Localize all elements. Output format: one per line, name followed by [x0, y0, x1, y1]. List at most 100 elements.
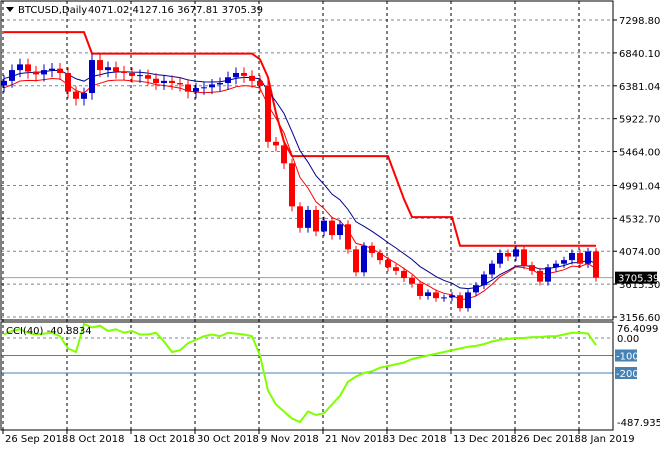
cci-tick-label: -200 — [616, 369, 639, 380]
candle-body — [33, 71, 39, 75]
candle-body — [361, 245, 367, 273]
candle-body — [577, 252, 583, 264]
price-tick-label: 7298.80 — [619, 16, 660, 27]
candle-body — [249, 75, 255, 81]
candle-body — [225, 77, 231, 84]
candle-body — [1, 80, 7, 86]
candle-body — [329, 220, 335, 236]
candle-body — [409, 278, 415, 284]
candle-body — [369, 245, 375, 253]
time-tick-label: 18 Oct 2018 — [133, 434, 195, 445]
candle-body — [105, 67, 111, 71]
candle-body — [553, 263, 559, 268]
candle-body — [177, 83, 183, 85]
price-tick-label: 3156.60 — [619, 313, 660, 324]
candle-body — [265, 85, 271, 142]
candle-body — [377, 252, 383, 261]
candle-body — [401, 270, 407, 279]
candle-body — [537, 270, 543, 282]
candle-body — [505, 252, 511, 257]
price-tick-label: 5922.70 — [619, 115, 660, 126]
candle-body — [545, 267, 551, 282]
cci-tick-label: -487.935 — [617, 418, 660, 429]
time-tick-label: 26 Dec 2018 — [517, 434, 581, 445]
cci-label: CCI(40) -40.8834 — [6, 326, 92, 337]
candle-body — [345, 224, 351, 250]
candle-body — [65, 72, 71, 92]
candle-body — [41, 70, 47, 75]
candle-body — [273, 141, 279, 146]
candle-body — [241, 72, 247, 76]
candle-body — [161, 80, 167, 84]
candle-body — [97, 60, 103, 71]
time-tick-label: 21 Nov 2018 — [325, 434, 389, 445]
cci-tick-label: 0.00 — [617, 334, 639, 345]
chart-window[interactable]: BTCUSD,Daily 4071.02 4127.16 3677.81 370… — [0, 0, 660, 450]
time-tick-label: 3 Dec 2018 — [389, 434, 447, 445]
time-tick-label: 13 Dec 2018 — [453, 434, 517, 445]
price-tick-label: 4532.70 — [619, 214, 660, 225]
candle-body — [449, 295, 455, 298]
price-tick-label: 4991.04 — [619, 181, 660, 192]
candle-body — [561, 260, 567, 264]
candle-body — [209, 84, 215, 88]
symbol-label: BTCUSD,Daily — [18, 5, 87, 16]
candle-body — [465, 292, 471, 309]
candle-body — [489, 263, 495, 275]
candle-body — [145, 75, 151, 79]
candle-body — [305, 209, 311, 228]
candle-body — [185, 84, 191, 92]
price-plot — [1, 31, 613, 312]
candle-body — [281, 145, 287, 164]
time-tick-label: 30 Oct 2018 — [197, 434, 259, 445]
candle-body — [593, 251, 599, 278]
candle-body — [457, 295, 463, 309]
candle-body — [353, 249, 359, 273]
candle-body — [129, 72, 135, 76]
candle-body — [521, 249, 527, 266]
cci-plot — [1, 322, 613, 424]
candle-body — [17, 64, 23, 71]
candle-body — [9, 70, 15, 81]
price-tick-label: 4074.00 — [619, 247, 660, 258]
candle-body — [297, 206, 303, 228]
candle-body — [201, 87, 207, 89]
candle-body — [393, 267, 399, 271]
time-tick-label: 9 Nov 2018 — [261, 434, 319, 445]
candle-body — [337, 224, 343, 236]
price-tick-label: 5464.00 — [619, 148, 660, 159]
candle-body — [81, 93, 87, 99]
candle-body — [89, 60, 95, 94]
candle-body — [569, 252, 575, 261]
time-tick-label: 8 Jan 2019 — [581, 434, 635, 445]
candle-body — [441, 297, 447, 299]
candle-body — [313, 209, 319, 232]
time-tick-label: 26 Sep 2018 — [5, 434, 68, 445]
price-tick-label: 6381.04 — [619, 82, 660, 93]
current-price-label: 3705.39 — [618, 274, 659, 285]
price-tick-label: 6840.10 — [619, 49, 660, 60]
candle-body — [73, 91, 79, 99]
ma-fast-line — [3, 78, 597, 301]
candle-body — [481, 274, 487, 286]
candle-body — [321, 220, 327, 232]
candle-body — [257, 80, 263, 86]
candle-body — [513, 249, 519, 257]
chart-canvas[interactable]: BTCUSD,Daily 4071.02 4127.16 3677.81 370… — [0, 0, 660, 450]
dropdown-triangle-icon[interactable] — [6, 7, 14, 12]
candle-body — [121, 71, 127, 73]
cci-tick-label: -100 — [616, 352, 639, 363]
candle-body — [473, 285, 479, 293]
candle-body — [289, 163, 295, 207]
candle-body — [233, 72, 239, 78]
ohlc-readout: 4071.02 4127.16 3677.81 3705.39 — [88, 5, 263, 16]
candle-body — [193, 88, 199, 92]
candle-body — [425, 292, 431, 296]
candle-body — [137, 75, 143, 77]
candle-body — [585, 251, 591, 264]
candle-body — [417, 283, 423, 296]
candle-body — [497, 252, 503, 264]
time-tick-label: 8 Oct 2018 — [69, 434, 124, 445]
candle-body — [217, 83, 223, 85]
candle-body — [49, 68, 55, 71]
